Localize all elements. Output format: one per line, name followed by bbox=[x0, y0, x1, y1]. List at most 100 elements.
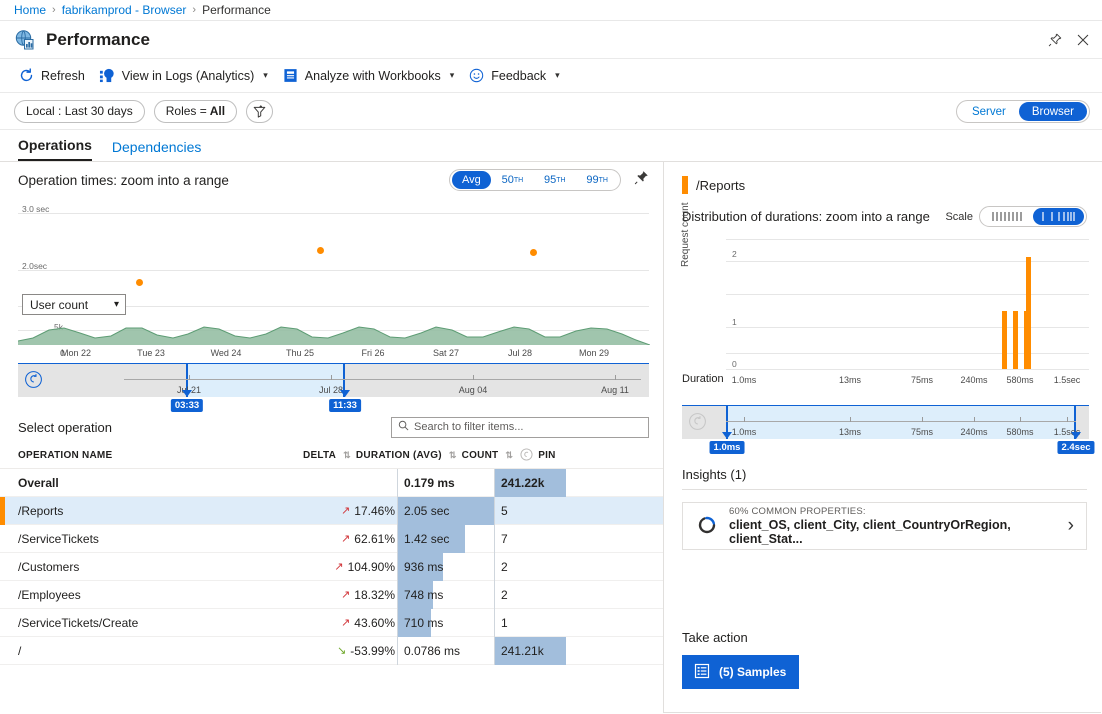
performance-blade: Home › fabrikamprod - Browser › Performa… bbox=[0, 0, 1102, 714]
sort-icon[interactable]: ⇅ bbox=[343, 450, 351, 461]
roles-filter-label: Roles = bbox=[166, 104, 207, 118]
metric-select[interactable]: User count ▾ bbox=[22, 294, 126, 315]
histogram-bar[interactable] bbox=[1002, 311, 1007, 369]
scale-option-linear[interactable] bbox=[982, 208, 1033, 225]
view-in-logs-button[interactable]: View in Logs (Analytics) ▾ bbox=[94, 63, 277, 88]
percentile-99[interactable]: 99TH bbox=[576, 171, 618, 189]
column-duration: DURATION (AVG) bbox=[356, 450, 442, 461]
y-tick-2sec: 2.0sec bbox=[22, 261, 47, 271]
range-handle-right-label: 11:33 bbox=[329, 399, 361, 412]
row-selected-marker bbox=[0, 497, 5, 525]
duration-handle-right[interactable] bbox=[1071, 432, 1081, 439]
reset-zoom-icon[interactable] bbox=[24, 370, 43, 392]
analyze-workbooks-button[interactable]: Analyze with Workbooks ▾ bbox=[277, 63, 463, 88]
operation-times-header: Operation times: zoom into a range Avg 5… bbox=[0, 162, 663, 198]
time-range-slider[interactable]: Jul 21 Jul 28 Aug 04 Aug 11 03:33 11:33 bbox=[18, 363, 649, 411]
reset-zoom-icon[interactable] bbox=[688, 412, 707, 434]
breadcrumb-item-home[interactable]: Home bbox=[14, 3, 46, 17]
samples-button[interactable]: (5) Samples bbox=[682, 655, 799, 689]
add-filter-icon[interactable] bbox=[246, 100, 273, 123]
pin-icon[interactable] bbox=[1042, 27, 1068, 53]
search-input[interactable]: Search to filter items... bbox=[391, 417, 649, 438]
table-row[interactable]: /ServiceTickets/Create ↗ 43.60% 710 ms 1 bbox=[0, 609, 663, 637]
chevron-down-icon[interactable]: ▾ bbox=[263, 70, 268, 81]
tab-operations[interactable]: Operations bbox=[18, 137, 92, 161]
pin-column-icon[interactable] bbox=[520, 448, 533, 464]
trend-up-icon: ↗ bbox=[341, 588, 350, 601]
x-tick: 580ms bbox=[1006, 375, 1033, 385]
trend-up-icon: ↗ bbox=[334, 560, 343, 573]
range-handle-left[interactable] bbox=[182, 390, 192, 397]
refresh-label: Refresh bbox=[41, 69, 85, 83]
operations-panel: Operation times: zoom into a range Avg 5… bbox=[0, 162, 664, 713]
smiley-icon bbox=[468, 67, 485, 84]
row-duration-value: 0.179 ms bbox=[398, 476, 455, 490]
row-duration-value: 0.0786 ms bbox=[398, 644, 460, 658]
table-row[interactable]: /Customers ↗ 104.90% 936 ms 2 bbox=[0, 553, 663, 581]
scale-toggle[interactable] bbox=[979, 206, 1087, 227]
refresh-button[interactable]: Refresh bbox=[13, 63, 94, 88]
donut-chart-icon bbox=[697, 515, 717, 538]
scatter-point[interactable] bbox=[317, 247, 324, 254]
table-row[interactable]: /ServiceTickets ↗ 62.61% 1.42 sec 7 bbox=[0, 525, 663, 553]
row-count: 241.21k bbox=[494, 637, 618, 665]
analyze-workbooks-label: Analyze with Workbooks bbox=[305, 69, 441, 83]
scale-option-log[interactable] bbox=[1033, 208, 1084, 225]
insight-card[interactable]: 60% COMMON PROPERTIES: client_OS, client… bbox=[682, 502, 1087, 550]
table-row[interactable]: /Reports ↗ 17.46% 2.05 sec 5 bbox=[0, 497, 663, 525]
duration-histogram[interactable]: Request count 2 1 0 Duration 1.0ms 13ms bbox=[682, 239, 1089, 387]
scope-toggle[interactable]: Server Browser bbox=[956, 100, 1090, 123]
percentile-95[interactable]: 95TH bbox=[534, 171, 576, 189]
row-duration: 936 ms bbox=[397, 553, 494, 581]
table-row[interactable]: /Employees ↗ 18.32% 748 ms 2 bbox=[0, 581, 663, 609]
scatter-point[interactable] bbox=[530, 249, 537, 256]
chevron-right-icon[interactable]: › bbox=[1068, 515, 1074, 537]
scope-option-server[interactable]: Server bbox=[959, 102, 1019, 121]
row-count: 1 bbox=[494, 609, 618, 637]
chevron-down-icon[interactable]: ▾ bbox=[450, 70, 455, 81]
roles-filter-pill[interactable]: Roles = All bbox=[154, 100, 237, 123]
row-count: 2 bbox=[494, 581, 618, 609]
x-tick: Fri 26 bbox=[361, 348, 384, 358]
insights-title: Insights (1) bbox=[664, 467, 1101, 482]
sort-icon[interactable]: ⇅ bbox=[505, 450, 513, 461]
table-row[interactable]: Overall 0.179 ms 241.22k bbox=[0, 469, 663, 497]
row-count-value: 241.21k bbox=[495, 644, 544, 658]
histogram-bar[interactable] bbox=[1013, 311, 1018, 369]
sort-icon[interactable]: ⇅ bbox=[449, 450, 457, 461]
histogram-bar[interactable] bbox=[1026, 257, 1031, 369]
percentile-avg[interactable]: Avg bbox=[452, 171, 491, 189]
percentile-95-label: 95 bbox=[544, 174, 556, 186]
chevron-down-icon[interactable]: ▾ bbox=[114, 299, 119, 310]
row-count: 7 bbox=[494, 525, 618, 553]
window-buttons bbox=[1042, 21, 1096, 59]
range-tick: Aug 04 bbox=[459, 385, 488, 395]
operation-times-chart[interactable]: 3.0 sec 2.0sec User count ▾ 5k 0 Mon 22 bbox=[18, 198, 649, 363]
row-duration: 710 ms bbox=[397, 609, 494, 637]
percentile-selector[interactable]: Avg 50TH 95TH 99TH bbox=[449, 169, 621, 191]
feedback-button[interactable]: Feedback ▾ bbox=[463, 63, 568, 88]
percentile-95-sup: TH bbox=[556, 177, 565, 184]
percentile-50[interactable]: 50TH bbox=[492, 171, 534, 189]
breadcrumb-item-resource[interactable]: fabrikamprod - Browser bbox=[62, 3, 187, 17]
scatter-point[interactable] bbox=[136, 279, 143, 286]
range-handle-right[interactable] bbox=[340, 390, 350, 397]
table-row[interactable]: / ↘ -53.99% 0.0786 ms 241.21k bbox=[0, 637, 663, 665]
pin-chart-icon[interactable] bbox=[634, 170, 649, 188]
tab-dependencies[interactable]: Dependencies bbox=[112, 139, 202, 161]
row-count: 241.22k bbox=[494, 469, 618, 497]
details-panel: /Reports Distribution of durations: zoom… bbox=[664, 162, 1101, 713]
scale-label: Scale bbox=[945, 211, 973, 223]
duration-handle-left[interactable] bbox=[722, 432, 732, 439]
chevron-down-icon[interactable]: ▾ bbox=[555, 70, 560, 81]
duration-range-slider[interactable]: 1.0ms 13ms 75ms 240ms 580ms 1.5sec 1.0ms… bbox=[682, 405, 1089, 453]
close-icon[interactable] bbox=[1070, 27, 1096, 53]
time-range-pill[interactable]: Local : Last 30 days bbox=[14, 100, 145, 123]
column-delta: DELTA bbox=[303, 450, 336, 461]
row-operation-name: Overall bbox=[0, 476, 303, 490]
command-bar: Refresh View in Logs (Analytics) ▾ Analy… bbox=[0, 59, 1102, 93]
row-count: 2 bbox=[494, 553, 618, 581]
row-duration: 0.0786 ms bbox=[397, 637, 494, 665]
operation-times-title: Operation times: zoom into a range bbox=[18, 173, 229, 188]
scope-option-browser[interactable]: Browser bbox=[1019, 102, 1087, 121]
